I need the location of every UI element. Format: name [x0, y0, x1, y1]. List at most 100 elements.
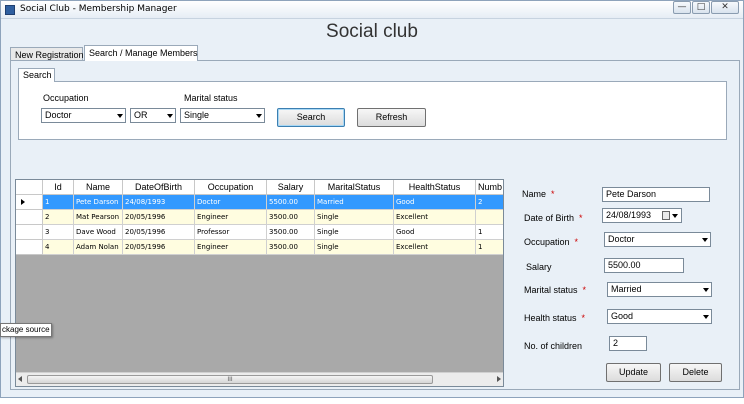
health-status-value: Good — [611, 311, 634, 321]
chevron-down-icon — [672, 214, 678, 218]
occupation-select[interactable]: Doctor — [604, 232, 711, 247]
cell-occupation[interactable]: Professor — [195, 225, 267, 240]
update-button[interactable]: Update — [606, 363, 661, 382]
cell-dob[interactable]: 20/05/1996 — [123, 240, 195, 255]
scroll-thumb[interactable]: III — [27, 375, 433, 384]
cell-children[interactable]: 2 — [476, 195, 503, 210]
salary-input[interactable]: 5500.00 — [604, 258, 684, 273]
health-status-label: Health status * — [524, 313, 586, 323]
maximize-button[interactable]: □ — [692, 1, 710, 14]
tooltip: ckage source — [0, 323, 52, 337]
occupation-value: Doctor — [608, 234, 635, 244]
cell-occupation[interactable]: Engineer — [195, 240, 267, 255]
required-marker: * — [582, 285, 587, 295]
cell-health-status[interactable]: Good — [394, 195, 476, 210]
row-header[interactable] — [16, 210, 43, 225]
tab-search-manage-members[interactable]: Search / Manage Members — [84, 45, 198, 61]
children-input[interactable]: 2 — [609, 336, 647, 351]
name-input[interactable]: Pete Darson — [602, 187, 710, 202]
grid-header: Id Name DateOfBirth Occupation Salary Ma… — [16, 180, 503, 195]
row-header[interactable] — [16, 195, 43, 210]
required-marker: * — [551, 189, 555, 199]
occupation-label: Occupation * — [524, 237, 579, 247]
minimize-button[interactable]: — — [673, 1, 691, 14]
marital-status-select[interactable]: Married — [607, 282, 712, 297]
cell-dob[interactable]: 20/05/1996 — [123, 225, 195, 240]
close-button[interactable]: ✕ — [711, 1, 739, 14]
cell-marital-status[interactable]: Single — [315, 210, 394, 225]
table-row[interactable]: 4 Adam Nolan 20/05/1996 Engineer 3500.00… — [16, 240, 503, 255]
column-header[interactable]: Name — [74, 180, 123, 195]
tab-search[interactable]: Search — [18, 68, 55, 82]
cell-occupation[interactable]: Engineer — [195, 210, 267, 225]
salary-label: Salary — [526, 262, 552, 272]
chevron-down-icon — [703, 288, 709, 292]
grid-corner — [16, 180, 43, 195]
marital-filter-select[interactable]: Single — [180, 108, 265, 123]
refresh-button[interactable]: Refresh — [357, 108, 426, 127]
column-header[interactable]: Occupation — [195, 180, 267, 195]
cell-children[interactable] — [476, 210, 503, 225]
cell-name[interactable]: Adam Nolan — [74, 240, 123, 255]
cell-marital-status[interactable]: Single — [315, 240, 394, 255]
column-header[interactable]: HealthStatus — [394, 180, 476, 195]
column-header[interactable]: MaritalStatus — [315, 180, 394, 195]
scroll-left-icon[interactable] — [18, 376, 22, 382]
scroll-right-icon[interactable] — [497, 376, 501, 382]
cell-health-status[interactable]: Good — [394, 225, 476, 240]
cell-name[interactable]: Dave Wood — [74, 225, 123, 240]
title-bar[interactable]: Social Club - Membership Manager — □ ✕ — [1, 1, 743, 19]
tab-new-registration[interactable]: New Registration — [10, 47, 84, 61]
dob-picker[interactable]: 24/08/1993 — [602, 208, 682, 223]
table-row[interactable]: 1 Pete Darson 24/08/1993 Doctor 5500.00 … — [16, 195, 503, 210]
row-header[interactable] — [16, 225, 43, 240]
cell-id[interactable]: 3 — [43, 225, 74, 240]
cell-name[interactable]: Mat Pearson — [74, 210, 123, 225]
cell-marital-status[interactable]: Married — [315, 195, 394, 210]
grid-horizontal-scrollbar[interactable]: III — [16, 372, 503, 386]
delete-button[interactable]: Delete — [669, 363, 722, 382]
cell-health-status[interactable]: Excellent — [394, 240, 476, 255]
calendar-icon — [662, 211, 670, 220]
cell-health-status[interactable]: Excellent — [394, 210, 476, 225]
current-row-icon — [21, 199, 25, 205]
chevron-down-icon — [256, 114, 262, 118]
children-label: No. of children — [524, 341, 583, 351]
cell-salary[interactable]: 3500.00 — [267, 210, 315, 225]
cell-id[interactable]: 1 — [43, 195, 74, 210]
cell-id[interactable]: 4 — [43, 240, 74, 255]
column-header[interactable]: Numb — [476, 180, 503, 195]
marital-filter-label: Marital status — [184, 93, 238, 103]
cell-name[interactable]: Pete Darson — [74, 195, 123, 210]
column-header[interactable]: DateOfBirth — [123, 180, 195, 195]
chevron-down-icon — [703, 315, 709, 319]
required-marker: * — [581, 313, 586, 323]
main-window: Social Club - Membership Manager — □ ✕ S… — [0, 0, 744, 398]
operator-select[interactable]: OR — [130, 108, 176, 123]
cell-children[interactable]: 1 — [476, 240, 503, 255]
cell-dob[interactable]: 20/05/1996 — [123, 210, 195, 225]
row-header[interactable] — [16, 240, 43, 255]
required-marker: * — [574, 237, 579, 247]
cell-salary[interactable]: 5500.00 — [267, 195, 315, 210]
column-header[interactable]: Id — [43, 180, 74, 195]
cell-salary[interactable]: 3500.00 — [267, 240, 315, 255]
marital-status-value: Married — [611, 284, 642, 294]
name-label: Name * — [522, 189, 555, 199]
search-button[interactable]: Search — [277, 108, 345, 127]
table-row[interactable]: 3 Dave Wood 20/05/1996 Professor 3500.00… — [16, 225, 503, 240]
cell-children[interactable]: 1 — [476, 225, 503, 240]
occupation-filter-value: Doctor — [45, 110, 72, 120]
occupation-filter-select[interactable]: Doctor — [41, 108, 126, 123]
occupation-filter-label: Occupation — [43, 93, 89, 103]
cell-dob[interactable]: 24/08/1993 — [123, 195, 195, 210]
cell-marital-status[interactable]: Single — [315, 225, 394, 240]
cell-occupation[interactable]: Doctor — [195, 195, 267, 210]
cell-salary[interactable]: 3500.00 — [267, 225, 315, 240]
health-status-select[interactable]: Good — [607, 309, 712, 324]
members-grid[interactable]: Id Name DateOfBirth Occupation Salary Ma… — [15, 179, 504, 387]
column-header[interactable]: Salary — [267, 180, 315, 195]
marital-filter-value: Single — [184, 110, 210, 120]
table-row[interactable]: 2 Mat Pearson 20/05/1996 Engineer 3500.0… — [16, 210, 503, 225]
cell-id[interactable]: 2 — [43, 210, 74, 225]
